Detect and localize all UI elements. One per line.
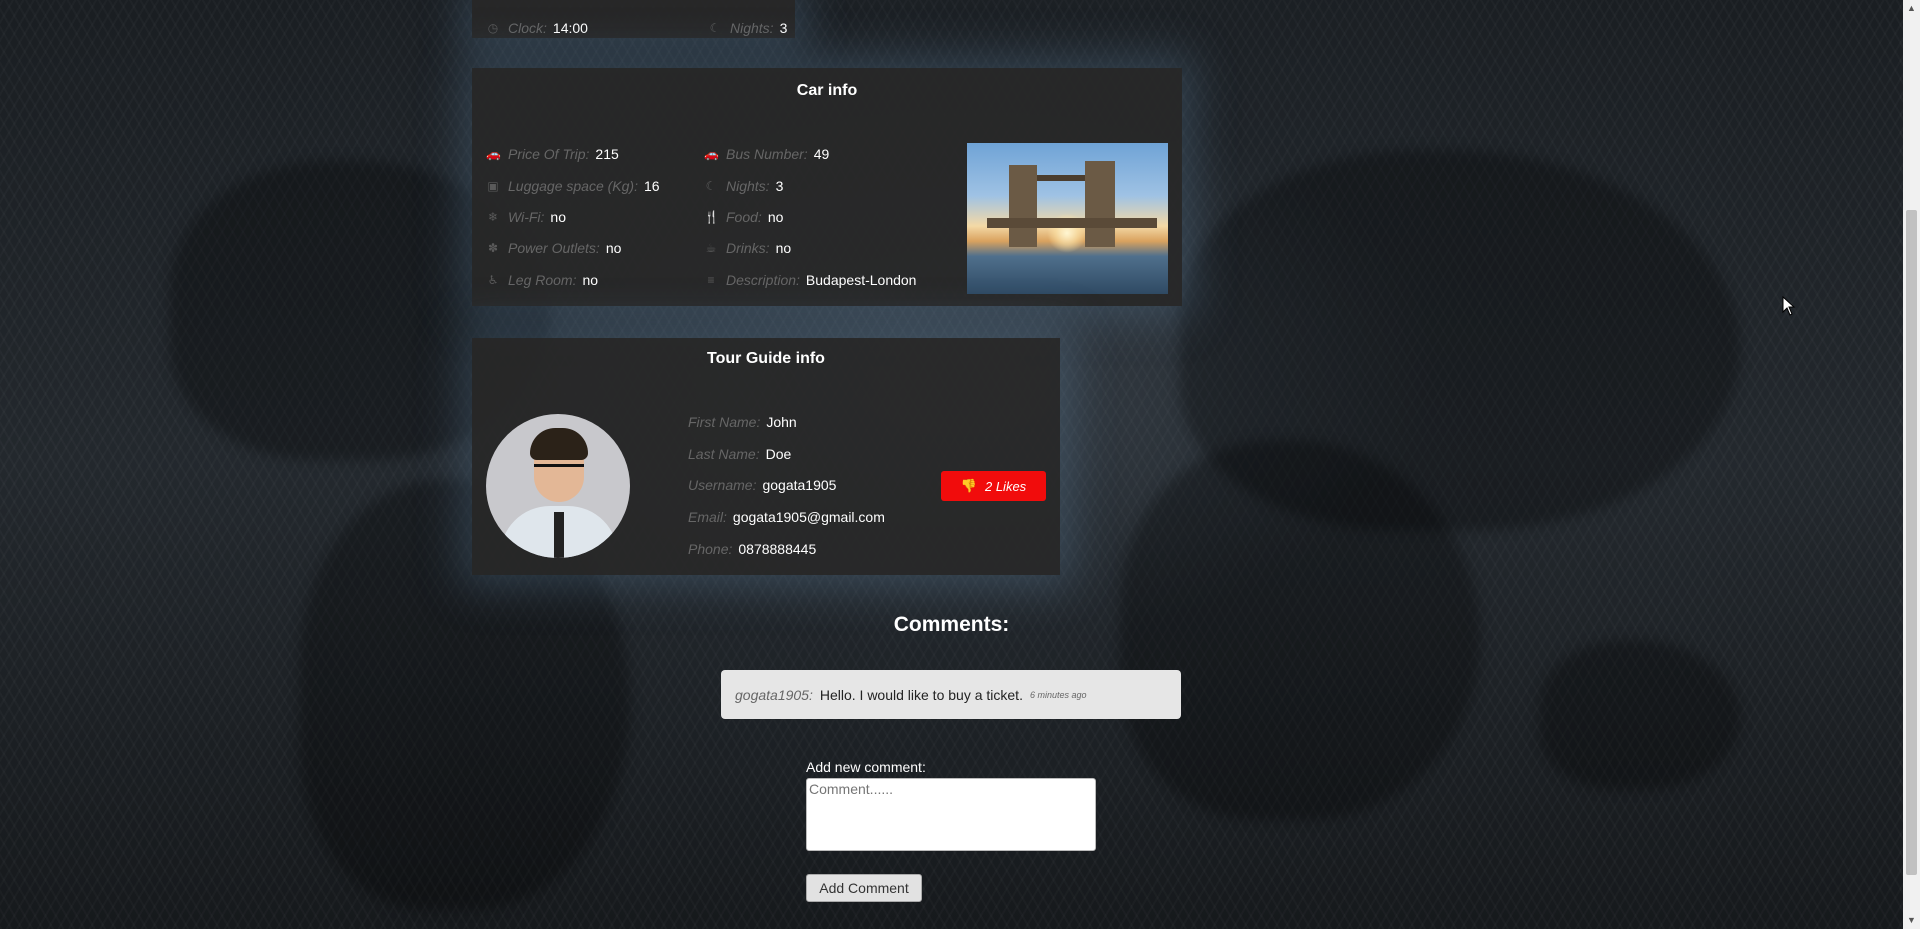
add-comment-label: Add new comment: [806,759,926,775]
car-info-title: Car info [796,82,858,99]
cursor-icon [1782,296,1796,316]
avatar [486,414,630,558]
seat-icon: ♿ [487,273,499,287]
coffee-icon: ☕ [705,241,717,255]
thumbs-down-icon: 👎 [960,478,977,493]
paw-icon: ✽ [487,241,499,255]
moon-icon: ☾ [709,21,721,35]
first-name-row: First Name: John [688,414,797,430]
car-icon: 🚗 [704,147,719,161]
drinks-row: ☕ Drinks: no [705,240,792,256]
like-button[interactable]: 👎 2 Likes [941,471,1046,501]
wifi-row: ❄ Wi-Fi: no [487,209,566,225]
luggage-row: ▣ Luggage space (Kg): 16 [487,178,660,194]
comment-time: 6 minutes ago [1029,689,1087,700]
car-icon: 🚗 [486,147,501,161]
bus-number-row: 🚗 Bus Number: 49 [704,146,830,162]
clock-row: ◷ Clock: 14:00 [487,20,588,36]
likes-count: 2 Likes [984,478,1027,494]
last-name-row: Last Name: Doe [688,446,792,462]
tour-guide-title: Tour Guide info [707,350,825,367]
username-row: Username: gogata1905 [688,477,837,493]
schedule-card: ◷ Clock: 14:00 ☾ Nights: 3 [472,0,795,38]
trip-image [967,143,1168,294]
map-continent [1540,640,1740,790]
add-comment-button[interactable]: Add Comment [806,874,922,902]
clock-icon: ◷ [487,21,499,35]
suitcase-icon: ▣ [487,179,499,193]
scrollbar[interactable]: ▲ ▼ [1903,0,1920,929]
comment-input[interactable] [806,778,1096,851]
moon-icon: ☾ [705,179,717,193]
food-row: 🍴 Food: no [704,209,784,225]
utensils-icon: 🍴 [704,210,719,224]
power-outlets-row: ✽ Power Outlets: no [487,240,622,256]
price-row: 🚗 Price Of Trip: 215 [486,146,619,162]
comment-user: gogata1905: [735,686,813,703]
nights-row: ☾ Nights: 3 [705,178,784,194]
comments-title: Comments: [893,613,1010,636]
snowflake-icon: ❄ [487,210,499,224]
description-row: ≡ Description: Budapest-London [704,272,916,288]
scroll-up-icon[interactable]: ▲ [1903,0,1920,17]
phone-row: Phone: 0878888445 [688,541,817,557]
align-left-icon: ≡ [707,273,715,287]
nights-row: ☾ Nights: 3 [709,20,788,36]
email-row: Email: gogata1905@gmail.com [688,509,885,525]
comment-item: gogata1905: Hello. I would like to buy a… [721,670,1181,719]
comment-text: Hello. I would like to buy a ticket. [819,686,1023,703]
scroll-down-icon[interactable]: ▼ [1903,912,1920,929]
scrollbar-thumb[interactable] [1906,210,1917,875]
leg-room-row: ♿ Leg Room: no [487,272,599,288]
